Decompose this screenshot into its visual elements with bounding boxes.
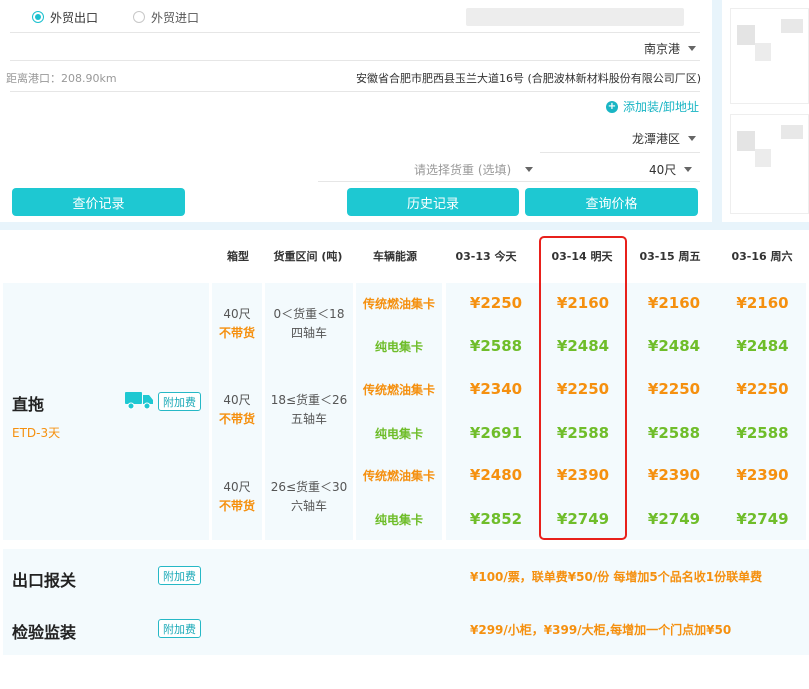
weight-range: 26≤货重＜30 六轴车 (265, 478, 353, 516)
price-cell: ¥2160 (647, 294, 701, 312)
axle-type: 六轴车 (290, 499, 327, 513)
add-address-label: 添加装/卸地址 (623, 100, 700, 114)
header-weight-range: 货重区间 (吨) (273, 250, 343, 263)
energy-electric: 纯电集卡 (374, 513, 423, 527)
redacted-field (466, 8, 684, 26)
distance-label: 距离港口：208.90km (6, 72, 117, 85)
chevron-down-icon (525, 167, 534, 172)
price-cell: ¥2588 (469, 337, 523, 355)
radio-export-label: 外贸出口 (50, 10, 99, 25)
container-size-select[interactable]: 40尺 (649, 161, 693, 178)
price-cell: ¥2749 (736, 510, 789, 528)
radio-export[interactable]: 外贸出口 (32, 9, 98, 25)
radio-export-dot (32, 11, 44, 23)
port-area-select[interactable]: 龙潭港区 (632, 130, 697, 147)
energy-electric: 纯电集卡 (374, 427, 423, 441)
box-size-value: 40尺 (223, 307, 251, 321)
history-button[interactable]: 历史记录 (347, 188, 519, 216)
price-cell: ¥2588 (736, 424, 789, 442)
thumbnail-image (730, 114, 809, 214)
price-log-button[interactable]: 查价记录 (12, 188, 185, 216)
container-size-value: 40尺 (649, 163, 677, 177)
cargo-weight-select[interactable]: 请选择货重 (选填) (414, 161, 534, 178)
divider (10, 91, 700, 92)
price-cell: ¥2749 (647, 510, 701, 528)
header-date-3: 03-15 周五 (639, 250, 701, 263)
extra-service-note: ¥100/票，联单费¥50/份 每增加5个品名收1份联单费 (470, 570, 763, 584)
box-size-note: 不带货 (218, 326, 255, 340)
price-cell: ¥2250 (469, 294, 523, 312)
query-price-button[interactable]: 查询价格 (525, 188, 698, 216)
radio-import[interactable]: 外贸进口 (133, 9, 199, 25)
truck-icon (125, 392, 153, 410)
price-cell: ¥2691 (469, 424, 523, 442)
chevron-down-icon (688, 46, 697, 51)
weight-range-value: 26≤货重＜30 (270, 480, 348, 494)
weight-range: 18≤货重＜26 五轴车 (265, 391, 353, 429)
axle-type: 五轴车 (290, 412, 327, 426)
energy-column (356, 283, 442, 540)
port-area-value: 龙潭港区 (632, 132, 681, 146)
header-date-4: 03-16 周六 (731, 250, 793, 263)
axle-type: 四轴车 (290, 326, 327, 340)
price-cell: ¥2484 (647, 337, 701, 355)
box-size-note: 不带货 (218, 499, 255, 513)
surcharge-tag[interactable]: 附加费 (158, 619, 201, 638)
surcharge-tag[interactable]: 附加费 (158, 392, 201, 411)
energy-fuel: 传统燃油集卡 (362, 469, 435, 483)
chevron-down-icon (684, 167, 693, 172)
side-panel (722, 0, 809, 222)
extra-services (3, 549, 809, 655)
box-size: 40尺 不带货 (212, 391, 262, 429)
header-energy: 车辆能源 (373, 250, 417, 263)
weight-range: 0＜货重＜18 四轴车 (265, 305, 353, 343)
loading-address[interactable]: 安徽省合肥市肥西县玉兰大道16号 (合肥波林新材料股份有限公司厂区) (356, 70, 701, 86)
weight-range-value: 0＜货重＜18 (273, 307, 345, 321)
weight-range-value: 18≤货重＜26 (270, 393, 348, 407)
price-cell: ¥2480 (469, 466, 523, 484)
header-box-type: 箱型 (227, 250, 249, 263)
energy-fuel: 传统燃油集卡 (362, 383, 435, 397)
surcharge-tag[interactable]: 附加费 (158, 566, 201, 585)
divider (10, 60, 700, 61)
etd-label: ETD-3天 (12, 426, 61, 440)
box-size: 40尺 不带货 (212, 478, 262, 516)
divider (540, 152, 700, 153)
cargo-weight-placeholder: 请选择货重 (选填) (414, 163, 512, 177)
price-cell: ¥2852 (469, 510, 523, 528)
price-cell: ¥2390 (647, 466, 701, 484)
service-name: 直拖 (12, 395, 45, 414)
energy-electric: 纯电集卡 (374, 340, 423, 354)
price-cell: ¥2588 (647, 424, 701, 442)
highlight-box (539, 236, 627, 540)
price-cell: ¥2160 (736, 294, 789, 312)
port-select-value: 南京港 (644, 42, 681, 56)
box-size-note: 不带货 (218, 412, 255, 426)
add-address-link[interactable]: + 添加装/卸地址 (606, 98, 699, 115)
header-date-1: 03-13 今天 (455, 250, 517, 263)
box-size-value: 40尺 (223, 480, 251, 494)
radio-import-label: 外贸进口 (151, 10, 200, 25)
chevron-down-icon (688, 136, 697, 141)
price-cell: ¥2340 (469, 380, 523, 398)
thumbnail-image (730, 8, 809, 104)
price-cell: ¥2250 (736, 380, 789, 398)
query-form: 外贸出口 外贸进口 南京港 距离港口：208.90km 安徽省合肥市肥西县玉兰大… (0, 0, 712, 222)
port-select[interactable]: 南京港 (644, 40, 697, 57)
divider (318, 181, 700, 182)
box-size: 40尺 不带货 (212, 305, 262, 343)
energy-fuel: 传统燃油集卡 (362, 297, 435, 311)
plus-icon: + (606, 100, 618, 113)
price-cell: ¥2390 (736, 466, 789, 484)
extra-service-name: 出口报关 (12, 571, 77, 590)
price-cell: ¥2250 (647, 380, 701, 398)
extra-service-name: 检验监装 (12, 623, 77, 642)
extra-service-note: ¥299/小柜，¥399/大柜,每增加一个门点加¥50 (470, 623, 732, 637)
price-cell: ¥2484 (736, 337, 789, 355)
box-size-value: 40尺 (223, 393, 251, 407)
divider (10, 32, 700, 33)
radio-import-dot (133, 11, 145, 23)
